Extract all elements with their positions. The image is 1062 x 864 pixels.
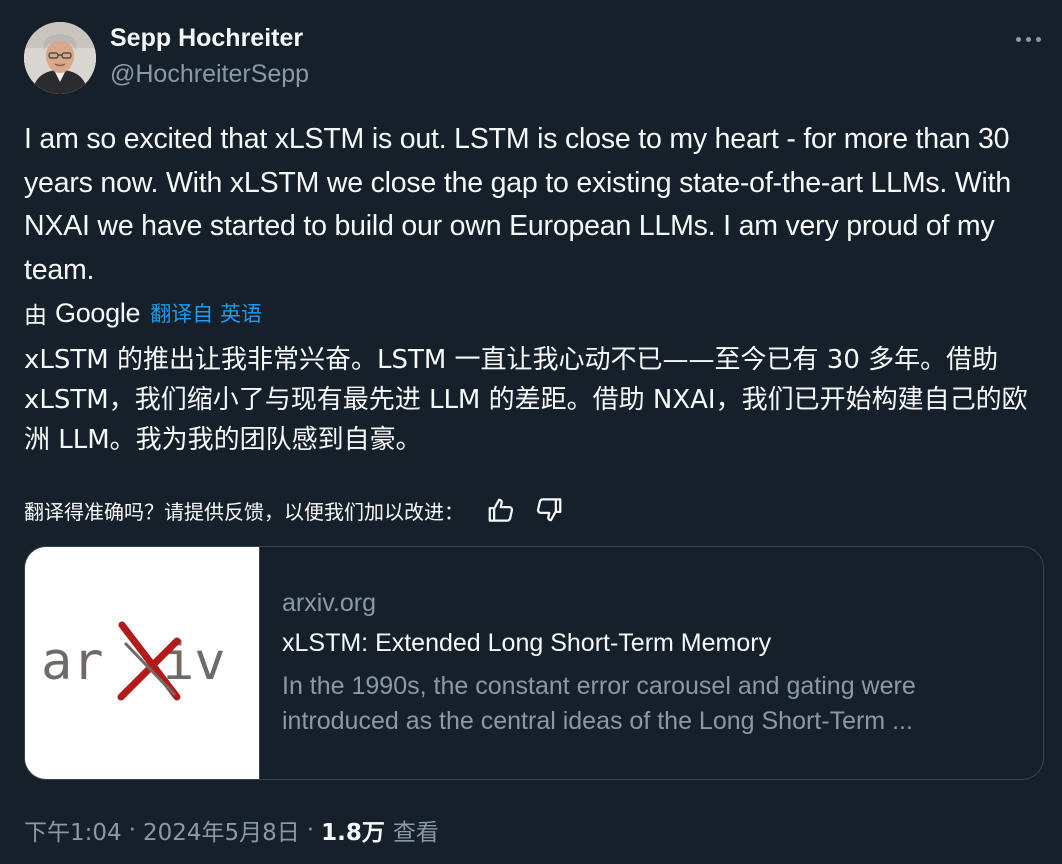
avatar[interactable] [24, 22, 96, 94]
thumbs-down-icon [536, 498, 562, 522]
google-logo: Google [55, 297, 141, 328]
separator: · [306, 817, 315, 843]
card-thumbnail: ar iv [25, 547, 260, 779]
tweet-time[interactable]: 下午1:04 [24, 813, 122, 847]
translation-attribution: 由 Google 翻译自 英语 [24, 296, 262, 330]
svg-text:ar: ar [41, 632, 104, 692]
thumbs-down-button[interactable] [532, 493, 566, 527]
card-description: In the 1990s, the constant error carouse… [282, 672, 916, 735]
more-dot [1025, 36, 1031, 42]
translated-from-link[interactable]: 翻译自 英语 [150, 298, 262, 328]
card-domain: arxiv.org [282, 589, 377, 617]
arxiv-logo: ar iv [41, 621, 226, 701]
more-dot [1035, 36, 1041, 42]
thumbs-up-button[interactable] [484, 493, 518, 527]
tweet-text: I am so excited that xLSTM is out. LSTM … [24, 123, 1012, 286]
tweet-date[interactable]: 2024年5月8日 [143, 813, 300, 847]
thumbs-up-icon [488, 498, 514, 522]
tweet: Sepp Hochreiter @HochreiterSepp I am so … [0, 0, 1062, 864]
views-label: 查看 [392, 820, 439, 846]
link-preview-card[interactable]: ar iv arxiv.org xLSTM: Extended Long Sho… [24, 546, 1044, 780]
profile-photo-icon [24, 22, 96, 94]
feedback-question: 翻译得准确吗？请提供反馈，以便我们加以改进： [24, 499, 464, 524]
translated-text: xLSTM 的推出让我非常兴奋。LSTM 一直让我心动不已——至今已有 30 多… [24, 345, 1028, 455]
tweet-metadata: 下午1:04 · 2024年5月8日 · 1.8万 查看 [24, 810, 439, 850]
author-display-name[interactable]: Sepp Hochreiter [110, 24, 303, 53]
translated-by-label: 由 [24, 303, 47, 329]
more-horizontal-icon [1015, 36, 1021, 42]
more-options-button[interactable] [1006, 24, 1050, 54]
card-title: xLSTM: Extended Long Short-Term Memory [282, 629, 772, 657]
separator: · [128, 817, 136, 843]
author-handle[interactable]: @HochreiterSepp [110, 60, 309, 89]
translation-feedback: 翻译得准确吗？请提供反馈，以便我们加以改进： [24, 490, 580, 530]
views-count[interactable]: 1.8万 [321, 813, 385, 847]
